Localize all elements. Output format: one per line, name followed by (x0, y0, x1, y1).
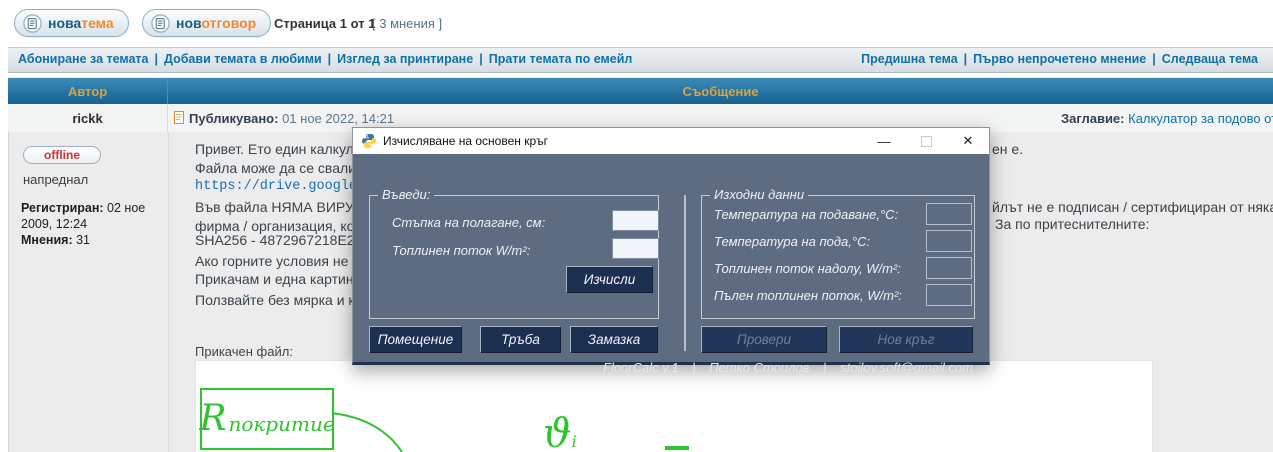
new-reply-label-1: нов (176, 15, 201, 31)
dialog-section-divider (684, 195, 686, 351)
link-first-unread[interactable]: Първо непрочетено мнение (973, 52, 1146, 66)
floor-temp-output (926, 230, 972, 252)
subject-link[interactable]: Калкулатор за подово отопл (1128, 111, 1273, 126)
pipe-button[interactable]: Тръба (480, 326, 561, 353)
column-divider (168, 132, 169, 452)
python-icon (361, 133, 377, 149)
author-column-header: Автор (8, 78, 168, 105)
new-topic-button[interactable]: новатема (14, 9, 129, 37)
message-line: Ползвайте без мярка и ко (195, 292, 362, 308)
total-flow-output (926, 284, 972, 306)
new-reply-icon (151, 14, 170, 33)
separator: | (1146, 52, 1162, 66)
published-label: Публикувано: (189, 111, 278, 126)
user-stats: Регистриран: 02 ное 2009, 12:24 Мнения: … (21, 200, 166, 248)
diagram-r-symbol: R (199, 401, 226, 437)
link-previous-topic[interactable]: Предишна тема (861, 52, 958, 66)
registered-label: Регистриран: (21, 201, 104, 215)
app-version: FloorCalc v.1 (603, 360, 679, 375)
link-next-topic[interactable]: Следваща тема (1162, 52, 1258, 66)
offline-status-button[interactable]: offline (23, 146, 101, 164)
new-reply-button[interactable]: новотговор (142, 9, 271, 37)
downward-flow-output (926, 257, 972, 279)
app-email: stoilov.soft@gmail.com (840, 360, 973, 375)
diagram-r-box: Rпокритие (200, 388, 334, 450)
heatflow-label: Топлинен поток W/m²: (392, 243, 530, 258)
new-topic-label-1: нова (48, 15, 81, 31)
input-group: Въведи: Стъпка на полагане, см: Топлинен… (369, 195, 659, 319)
floorcalc-dialog: Изчисляване на основен кръг — ✕ Въведи: … (352, 127, 990, 365)
topic-toolbar: Абониране за темата|Добави темата в люби… (8, 47, 1273, 73)
separator: | (322, 52, 338, 66)
attachment-label: Прикачен файл: (195, 344, 293, 359)
theta-symbol: ϑ (543, 411, 572, 452)
link-email-topic[interactable]: Прати темата по емейл (489, 52, 633, 66)
maximize-icon (921, 136, 932, 147)
post-icon (174, 111, 184, 124)
step-label: Стъпка на полагане, см: (392, 215, 545, 230)
footer-separator: | (692, 360, 695, 375)
screed-button[interactable]: Замазка (570, 326, 658, 353)
separator: | (473, 52, 489, 66)
theta-subscript: i (572, 432, 577, 451)
toolbar-left-links: Абониране за темата|Добави темата в люби… (18, 52, 632, 66)
separator: | (958, 52, 974, 66)
footer-separator: | (823, 360, 826, 375)
maximize-button (905, 128, 947, 154)
message-line: За по притеснителните: (995, 216, 1149, 232)
link-subscribe[interactable]: Абониране за темата (18, 52, 149, 66)
downward-flow-label: Топлинен поток надолу, W/m²: (714, 261, 901, 276)
message-line: ен е. (992, 141, 1023, 157)
dialog-title: Изчисляване на основен кръг (383, 134, 548, 148)
posts-value: 31 (76, 233, 90, 247)
step-input[interactable] (612, 210, 659, 231)
minimize-button[interactable]: — (863, 128, 905, 154)
replies-count: [ 3 мнения ] (372, 16, 442, 31)
dialog-titlebar[interactable]: Изчисляване на основен кръг — ✕ (353, 128, 989, 154)
table-header: Автор Съобщение (8, 77, 1273, 105)
link-add-favorites[interactable]: Добави темата в любими (164, 52, 322, 66)
floor-temp-label: Температура на пода,°C: (714, 234, 870, 249)
forum-page: новатема новотговор Страница 1 от 1 [ 3 … (0, 0, 1273, 452)
supply-temp-output (926, 203, 972, 225)
supply-temp-label: Температура на подаване,°C: (714, 207, 898, 222)
diagram-curve (330, 405, 420, 452)
page-indicator: Страница 1 от 1 (274, 16, 375, 31)
output-group: Изходни данни Температура на подаване,°C… (701, 195, 975, 319)
published-date: 01 ное 2022, 14:21 (282, 111, 394, 126)
diagram-line-fragment (665, 446, 689, 450)
dialog-body: Въведи: Стъпка на полагане, см: Топлинен… (353, 154, 989, 362)
heatflow-input[interactable] (612, 238, 659, 259)
message-column-header: Съобщение (168, 78, 1273, 105)
message-line: Прикачам и една картинка з (195, 271, 378, 287)
subject-label: Заглавие: (1061, 111, 1125, 126)
separator: | (149, 52, 165, 66)
calculate-button[interactable]: Изчисли (566, 266, 653, 293)
diagram-r-subscript: покритие (228, 412, 334, 436)
app-author: Петко Стоилов (709, 360, 809, 375)
total-flow-label: Пълен топлинен поток, W/m²: (714, 288, 902, 303)
message-line: йлът не е подписан / сертифициран от няк… (992, 199, 1273, 215)
toolbar-right-links: Предишна тема|Първо непрочетено мнение|С… (861, 52, 1258, 66)
new-reply-label-2: отговор (201, 15, 256, 31)
output-group-legend: Изходни данни (710, 187, 808, 202)
new-topic-icon (23, 14, 42, 33)
close-button[interactable]: ✕ (947, 128, 989, 154)
check-button[interactable]: Провери (701, 326, 827, 353)
new-topic-label-2: тема (81, 15, 113, 31)
posts-label: Мнения: (21, 233, 73, 247)
user-rank: напреднал (23, 172, 88, 187)
diagram-theta: ϑi (543, 414, 577, 452)
new-circle-button[interactable]: Нов кръг (839, 326, 973, 353)
dialog-footer: FloorCalc v.1 | Петко Стоилов | stoilov.… (593, 360, 973, 375)
room-button[interactable]: Помещение (369, 326, 462, 353)
link-print-view[interactable]: Изглед за принтиране (337, 52, 473, 66)
input-group-legend: Въведи: (378, 187, 434, 202)
post-author[interactable]: rickk (8, 104, 168, 132)
